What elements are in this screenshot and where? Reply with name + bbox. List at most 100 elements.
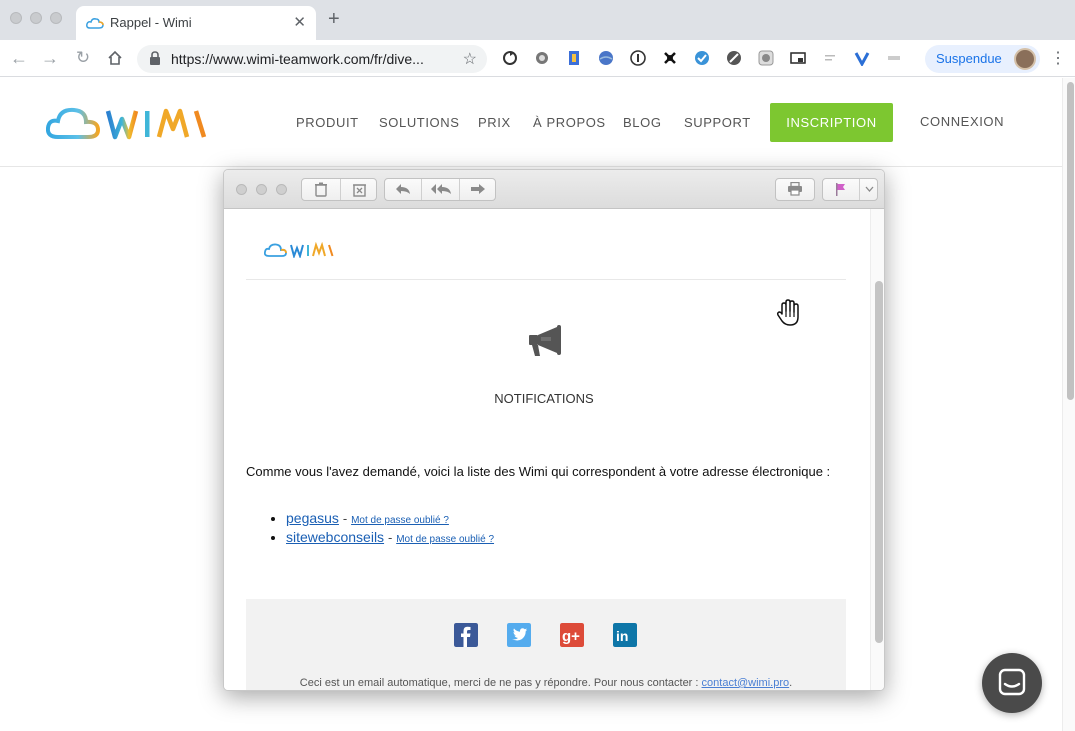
bookmark-star-icon[interactable]: ☆ bbox=[463, 49, 477, 69]
url-text[interactable]: https://www.wimi-teamwork.com/fr/dive... bbox=[171, 51, 453, 67]
forgot-password-link[interactable]: Mot de passe oublié ? bbox=[351, 515, 449, 526]
window-minimize-button[interactable] bbox=[30, 12, 42, 24]
nav-produit[interactable]: PRODUIT bbox=[296, 115, 359, 130]
mail-zoom-button[interactable] bbox=[276, 184, 287, 195]
forgot-password-link[interactable]: Mot de passe oublié ? bbox=[396, 534, 494, 545]
megaphone-icon bbox=[529, 325, 561, 356]
mail-minimize-button[interactable] bbox=[256, 184, 267, 195]
email-divider bbox=[246, 279, 846, 280]
reply-icon bbox=[396, 184, 410, 194]
print-button[interactable] bbox=[776, 179, 814, 200]
browser-tab-bar: Rappel - Wimi ✕ + bbox=[0, 0, 1075, 40]
site-header: PRODUIT SOLUTIONS PRIX À PROPOS BLOG SUP… bbox=[0, 78, 1062, 167]
print-group bbox=[775, 178, 815, 201]
junk-button[interactable] bbox=[341, 179, 377, 200]
new-tab-button[interactable]: + bbox=[328, 9, 340, 29]
reply-all-button[interactable] bbox=[422, 179, 459, 200]
nav-blog[interactable]: BLOG bbox=[623, 115, 662, 130]
tab-title: Rappel - Wimi bbox=[110, 15, 192, 30]
v-extension-icon[interactable] bbox=[854, 50, 870, 66]
flag-group bbox=[822, 178, 878, 201]
mail-close-button[interactable] bbox=[236, 184, 247, 195]
chevron-down-icon bbox=[865, 186, 873, 192]
reply-all-icon bbox=[430, 184, 451, 194]
linkedin-icon[interactable]: in bbox=[613, 623, 637, 647]
wimi-list: pegasus - Mot de passe oublié ? sitewebc… bbox=[272, 510, 494, 548]
profile-button[interactable]: Suspendue bbox=[925, 45, 1040, 73]
svg-text:g+: g+ bbox=[562, 628, 580, 645]
inscription-button[interactable]: INSCRIPTION bbox=[770, 103, 893, 142]
small-text-extension-icon[interactable] bbox=[886, 50, 902, 66]
forward-mail-icon bbox=[471, 184, 485, 194]
email-intro-text: Comme vous l'avez demandé, voici la list… bbox=[246, 464, 831, 479]
mail-toolbar bbox=[224, 170, 884, 209]
connexion-link[interactable]: CONNEXION bbox=[920, 114, 1004, 129]
flag-dropdown[interactable] bbox=[860, 179, 878, 200]
ninja-extension-icon[interactable] bbox=[662, 50, 678, 66]
svg-text:in: in bbox=[616, 628, 628, 644]
avatar bbox=[1014, 48, 1036, 70]
wimi-cloud-icon bbox=[86, 18, 104, 29]
lines-extension-icon[interactable] bbox=[822, 50, 838, 66]
list-separator: - bbox=[387, 530, 393, 545]
mail-body: NOTIFICATIONS Comme vous l'avez demandé,… bbox=[224, 209, 870, 690]
list-item: pegasus - Mot de passe oublié ? bbox=[286, 510, 494, 529]
wimi-link-sitewebconseils[interactable]: sitewebconseils bbox=[286, 529, 384, 545]
footer-text: Ceci est un email automatique, merci de … bbox=[246, 677, 846, 689]
onepassword-extension-icon[interactable] bbox=[630, 50, 646, 66]
page-scrollbar[interactable] bbox=[1062, 78, 1075, 731]
window-close-button[interactable] bbox=[10, 12, 22, 24]
hand-cursor-icon bbox=[776, 299, 799, 326]
flag-button[interactable] bbox=[823, 179, 859, 200]
trash-button[interactable] bbox=[302, 179, 340, 200]
forward-mail-button[interactable] bbox=[460, 179, 496, 200]
chat-icon bbox=[998, 668, 1026, 696]
contact-email-link[interactable]: contact@wimi.pro bbox=[702, 677, 790, 689]
chat-launcher-button[interactable] bbox=[982, 653, 1042, 713]
home-icon bbox=[108, 50, 122, 65]
footer-message: Ceci est un email automatique, merci de … bbox=[299, 677, 699, 689]
sync-extension-icon[interactable] bbox=[502, 50, 518, 66]
home-button[interactable] bbox=[105, 48, 125, 68]
email-wimi-logo bbox=[264, 242, 334, 258]
leaf-extension-icon[interactable] bbox=[726, 50, 742, 66]
forward-button[interactable]: → bbox=[40, 48, 60, 68]
mail-window: NOTIFICATIONS Comme vous l'avez demandé,… bbox=[223, 169, 885, 691]
reply-button[interactable] bbox=[385, 179, 421, 200]
nav-solutions[interactable]: SOLUTIONS bbox=[379, 115, 460, 130]
page-scroll-thumb[interactable] bbox=[1067, 82, 1074, 400]
record-extension-icon[interactable] bbox=[758, 50, 774, 66]
facebook-icon[interactable] bbox=[454, 623, 478, 647]
mail-scrollbar[interactable] bbox=[870, 209, 884, 690]
cast-extension-icon[interactable] bbox=[790, 50, 806, 66]
profile-status-label: Suspendue bbox=[936, 51, 1002, 66]
delete-group bbox=[301, 178, 377, 201]
globe-extension-icon[interactable] bbox=[598, 50, 614, 66]
browser-toolbar: ← → ↻ https://www.wimi-teamwork.com/fr/d… bbox=[0, 40, 1075, 77]
footer-period: . bbox=[789, 677, 793, 689]
browser-menu-icon[interactable]: ⋮ bbox=[1050, 48, 1066, 68]
google-plus-icon[interactable]: g+ bbox=[560, 623, 584, 647]
nav-prix[interactable]: PRIX bbox=[478, 115, 511, 130]
tab-close-icon[interactable]: ✕ bbox=[293, 13, 306, 31]
back-button[interactable]: ← bbox=[9, 48, 29, 68]
wimi-link-pegasus[interactable]: pegasus bbox=[286, 510, 339, 526]
check-extension-icon[interactable] bbox=[694, 50, 710, 66]
printer-icon bbox=[788, 181, 802, 196]
list-item: sitewebconseils - Mot de passe oublié ? bbox=[286, 529, 494, 548]
ruler-extension-icon[interactable] bbox=[566, 50, 582, 66]
wimi-logo[interactable] bbox=[46, 105, 238, 141]
reload-button[interactable]: ↻ bbox=[73, 48, 93, 68]
nav-support[interactable]: SUPPORT bbox=[684, 115, 751, 130]
settings-extension-icon[interactable] bbox=[534, 50, 550, 66]
twitter-icon[interactable] bbox=[507, 623, 531, 647]
window-zoom-button[interactable] bbox=[50, 12, 62, 24]
notifications-heading: NOTIFICATIONS bbox=[494, 391, 594, 406]
address-bar[interactable]: https://www.wimi-teamwork.com/fr/dive...… bbox=[137, 45, 487, 73]
lock-icon bbox=[150, 51, 160, 65]
nav-a-propos[interactable]: À PROPOS bbox=[533, 115, 606, 130]
browser-tab[interactable]: Rappel - Wimi ✕ bbox=[76, 6, 316, 40]
flag-icon bbox=[836, 183, 845, 196]
mail-scroll-thumb[interactable] bbox=[875, 281, 883, 643]
reply-group bbox=[384, 178, 496, 201]
